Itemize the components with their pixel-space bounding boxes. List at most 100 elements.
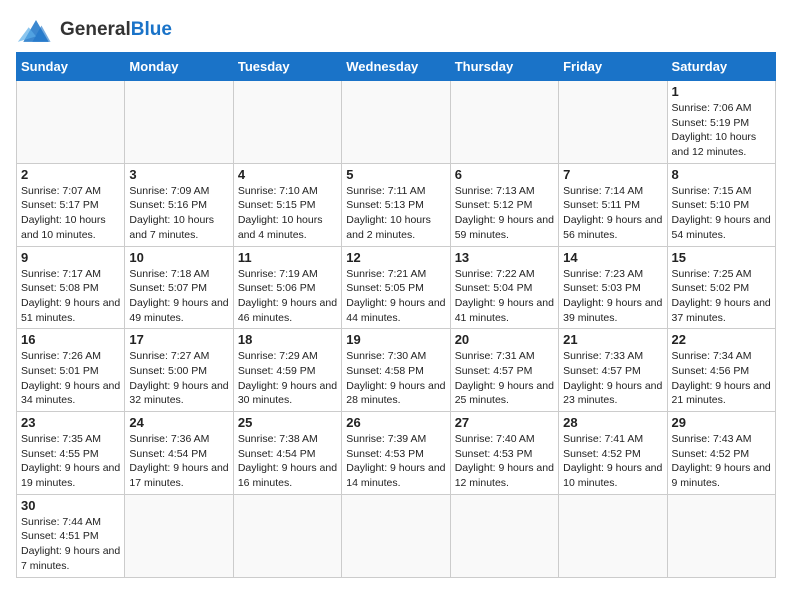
- calendar-cell: 14 Sunrise: 7:23 AM Sunset: 5:03 PM Dayli…: [559, 246, 667, 329]
- day-number: 9: [21, 250, 120, 265]
- calendar-cell: 30 Sunrise: 7:44 AM Sunset: 4:51 PM Dayli…: [17, 494, 125, 577]
- day-number: 14: [563, 250, 662, 265]
- day-number: 29: [672, 415, 771, 430]
- weekday-header-monday: Monday: [125, 53, 233, 81]
- day-info: Sunrise: 7:25 AM Sunset: 5:02 PM Dayligh…: [672, 267, 771, 326]
- calendar-cell: 2 Sunrise: 7:07 AM Sunset: 5:17 PM Daylig…: [17, 163, 125, 246]
- day-info: Sunrise: 7:14 AM Sunset: 5:11 PM Dayligh…: [563, 184, 662, 243]
- day-info: Sunrise: 7:34 AM Sunset: 4:56 PM Dayligh…: [672, 349, 771, 408]
- day-info: Sunrise: 7:07 AM Sunset: 5:17 PM Dayligh…: [21, 184, 120, 243]
- day-number: 6: [455, 167, 554, 182]
- day-info: Sunrise: 7:22 AM Sunset: 5:04 PM Dayligh…: [455, 267, 554, 326]
- day-number: 13: [455, 250, 554, 265]
- day-number: 22: [672, 332, 771, 347]
- day-info: Sunrise: 7:44 AM Sunset: 4:51 PM Dayligh…: [21, 515, 120, 574]
- calendar-cell: 7Sunrise: 7:14 AM Sunset: 5:11 PM Daylig…: [559, 163, 667, 246]
- day-number: 10: [129, 250, 228, 265]
- calendar-cell: [233, 494, 341, 577]
- page-header: GeneralBlue: [16, 16, 776, 44]
- day-number: 18: [238, 332, 337, 347]
- day-info: Sunrise: 7:43 AM Sunset: 4:52 PM Dayligh…: [672, 432, 771, 491]
- calendar-cell: [450, 81, 558, 164]
- day-info: Sunrise: 7:11 AM Sunset: 5:13 PM Dayligh…: [346, 184, 445, 243]
- weekday-header-tuesday: Tuesday: [233, 53, 341, 81]
- calendar-cell: [559, 494, 667, 577]
- weekday-header-wednesday: Wednesday: [342, 53, 450, 81]
- calendar-cell: 26 Sunrise: 7:39 AM Sunset: 4:53 PM Dayli…: [342, 412, 450, 495]
- day-number: 17: [129, 332, 228, 347]
- day-info: Sunrise: 7:13 AM Sunset: 5:12 PM Dayligh…: [455, 184, 554, 243]
- day-number: 1: [672, 84, 771, 99]
- day-info: Sunrise: 7:40 AM Sunset: 4:53 PM Dayligh…: [455, 432, 554, 491]
- weekday-header-sunday: Sunday: [17, 53, 125, 81]
- day-info: Sunrise: 7:30 AM Sunset: 4:58 PM Dayligh…: [346, 349, 445, 408]
- calendar-table: SundayMondayTuesdayWednesdayThursdayFrid…: [16, 52, 776, 578]
- day-number: 15: [672, 250, 771, 265]
- calendar-cell: 12 Sunrise: 7:21 AM Sunset: 5:05 PM Dayli…: [342, 246, 450, 329]
- calendar-cell: 4 Sunrise: 7:10 AM Sunset: 5:15 PM Daylig…: [233, 163, 341, 246]
- calendar-cell: 1 Sunrise: 7:06 AM Sunset: 5:19 PM Daylig…: [667, 81, 775, 164]
- calendar-cell: [233, 81, 341, 164]
- day-number: 4: [238, 167, 337, 182]
- day-info: Sunrise: 7:27 AM Sunset: 5:00 PM Dayligh…: [129, 349, 228, 408]
- calendar-cell: 6 Sunrise: 7:13 AM Sunset: 5:12 PM Daylig…: [450, 163, 558, 246]
- calendar-cell: 27 Sunrise: 7:40 AM Sunset: 4:53 PM Dayli…: [450, 412, 558, 495]
- logo-label: GeneralBlue: [60, 19, 172, 41]
- day-number: 12: [346, 250, 445, 265]
- day-info: Sunrise: 7:33 AM Sunset: 4:57 PM Dayligh…: [563, 349, 662, 408]
- day-info: Sunrise: 7:21 AM Sunset: 5:05 PM Dayligh…: [346, 267, 445, 326]
- day-number: 8: [672, 167, 771, 182]
- day-info: Sunrise: 7:06 AM Sunset: 5:19 PM Dayligh…: [672, 101, 771, 160]
- calendar-cell: 11 Sunrise: 7:19 AM Sunset: 5:06 PM Dayli…: [233, 246, 341, 329]
- day-info: Sunrise: 7:39 AM Sunset: 4:53 PM Dayligh…: [346, 432, 445, 491]
- day-number: 26: [346, 415, 445, 430]
- day-number: 11: [238, 250, 337, 265]
- weekday-header-thursday: Thursday: [450, 53, 558, 81]
- day-info: Sunrise: 7:15 AM Sunset: 5:10 PM Dayligh…: [672, 184, 771, 243]
- calendar-cell: 18 Sunrise: 7:29 AM Sunset: 4:59 PM Dayli…: [233, 329, 341, 412]
- day-info: Sunrise: 7:17 AM Sunset: 5:08 PM Dayligh…: [21, 267, 120, 326]
- day-number: 27: [455, 415, 554, 430]
- day-info: Sunrise: 7:10 AM Sunset: 5:15 PM Dayligh…: [238, 184, 337, 243]
- day-info: Sunrise: 7:18 AM Sunset: 5:07 PM Dayligh…: [129, 267, 228, 326]
- day-number: 30: [21, 498, 120, 513]
- calendar-cell: 5 Sunrise: 7:11 AM Sunset: 5:13 PM Daylig…: [342, 163, 450, 246]
- day-info: Sunrise: 7:35 AM Sunset: 4:55 PM Dayligh…: [21, 432, 120, 491]
- calendar-cell: [125, 81, 233, 164]
- day-info: Sunrise: 7:23 AM Sunset: 5:03 PM Dayligh…: [563, 267, 662, 326]
- calendar-cell: [559, 81, 667, 164]
- day-number: 20: [455, 332, 554, 347]
- day-number: 5: [346, 167, 445, 182]
- week-row-1: 2 Sunrise: 7:07 AM Sunset: 5:17 PM Daylig…: [17, 163, 776, 246]
- day-info: Sunrise: 7:26 AM Sunset: 5:01 PM Dayligh…: [21, 349, 120, 408]
- weekday-header-saturday: Saturday: [667, 53, 775, 81]
- day-info: Sunrise: 7:38 AM Sunset: 4:54 PM Dayligh…: [238, 432, 337, 491]
- day-info: Sunrise: 7:31 AM Sunset: 4:57 PM Dayligh…: [455, 349, 554, 408]
- logo-icon: [16, 16, 56, 44]
- week-row-3: 16 Sunrise: 7:26 AM Sunset: 5:01 PM Dayli…: [17, 329, 776, 412]
- day-number: 16: [21, 332, 120, 347]
- week-row-5: 30 Sunrise: 7:44 AM Sunset: 4:51 PM Dayli…: [17, 494, 776, 577]
- calendar-cell: [450, 494, 558, 577]
- weekday-header-friday: Friday: [559, 53, 667, 81]
- day-info: Sunrise: 7:41 AM Sunset: 4:52 PM Dayligh…: [563, 432, 662, 491]
- day-info: Sunrise: 7:09 AM Sunset: 5:16 PM Dayligh…: [129, 184, 228, 243]
- calendar-cell: 22 Sunrise: 7:34 AM Sunset: 4:56 PM Dayli…: [667, 329, 775, 412]
- calendar-cell: [125, 494, 233, 577]
- calendar-cell: [342, 494, 450, 577]
- day-info: Sunrise: 7:19 AM Sunset: 5:06 PM Dayligh…: [238, 267, 337, 326]
- day-info: Sunrise: 7:36 AM Sunset: 4:54 PM Dayligh…: [129, 432, 228, 491]
- day-number: 28: [563, 415, 662, 430]
- calendar-cell: 9 Sunrise: 7:17 AM Sunset: 5:08 PM Daylig…: [17, 246, 125, 329]
- calendar-cell: 17 Sunrise: 7:27 AM Sunset: 5:00 PM Dayli…: [125, 329, 233, 412]
- day-info: Sunrise: 7:29 AM Sunset: 4:59 PM Dayligh…: [238, 349, 337, 408]
- day-number: 3: [129, 167, 228, 182]
- calendar-cell: [667, 494, 775, 577]
- day-number: 23: [21, 415, 120, 430]
- day-number: 2: [21, 167, 120, 182]
- calendar-cell: 25Sunrise: 7:38 AM Sunset: 4:54 PM Dayli…: [233, 412, 341, 495]
- calendar-cell: 28 Sunrise: 7:41 AM Sunset: 4:52 PM Dayli…: [559, 412, 667, 495]
- calendar-cell: 19Sunrise: 7:30 AM Sunset: 4:58 PM Dayli…: [342, 329, 450, 412]
- calendar-cell: 24Sunrise: 7:36 AM Sunset: 4:54 PM Dayli…: [125, 412, 233, 495]
- calendar-cell: 3 Sunrise: 7:09 AM Sunset: 5:16 PM Daylig…: [125, 163, 233, 246]
